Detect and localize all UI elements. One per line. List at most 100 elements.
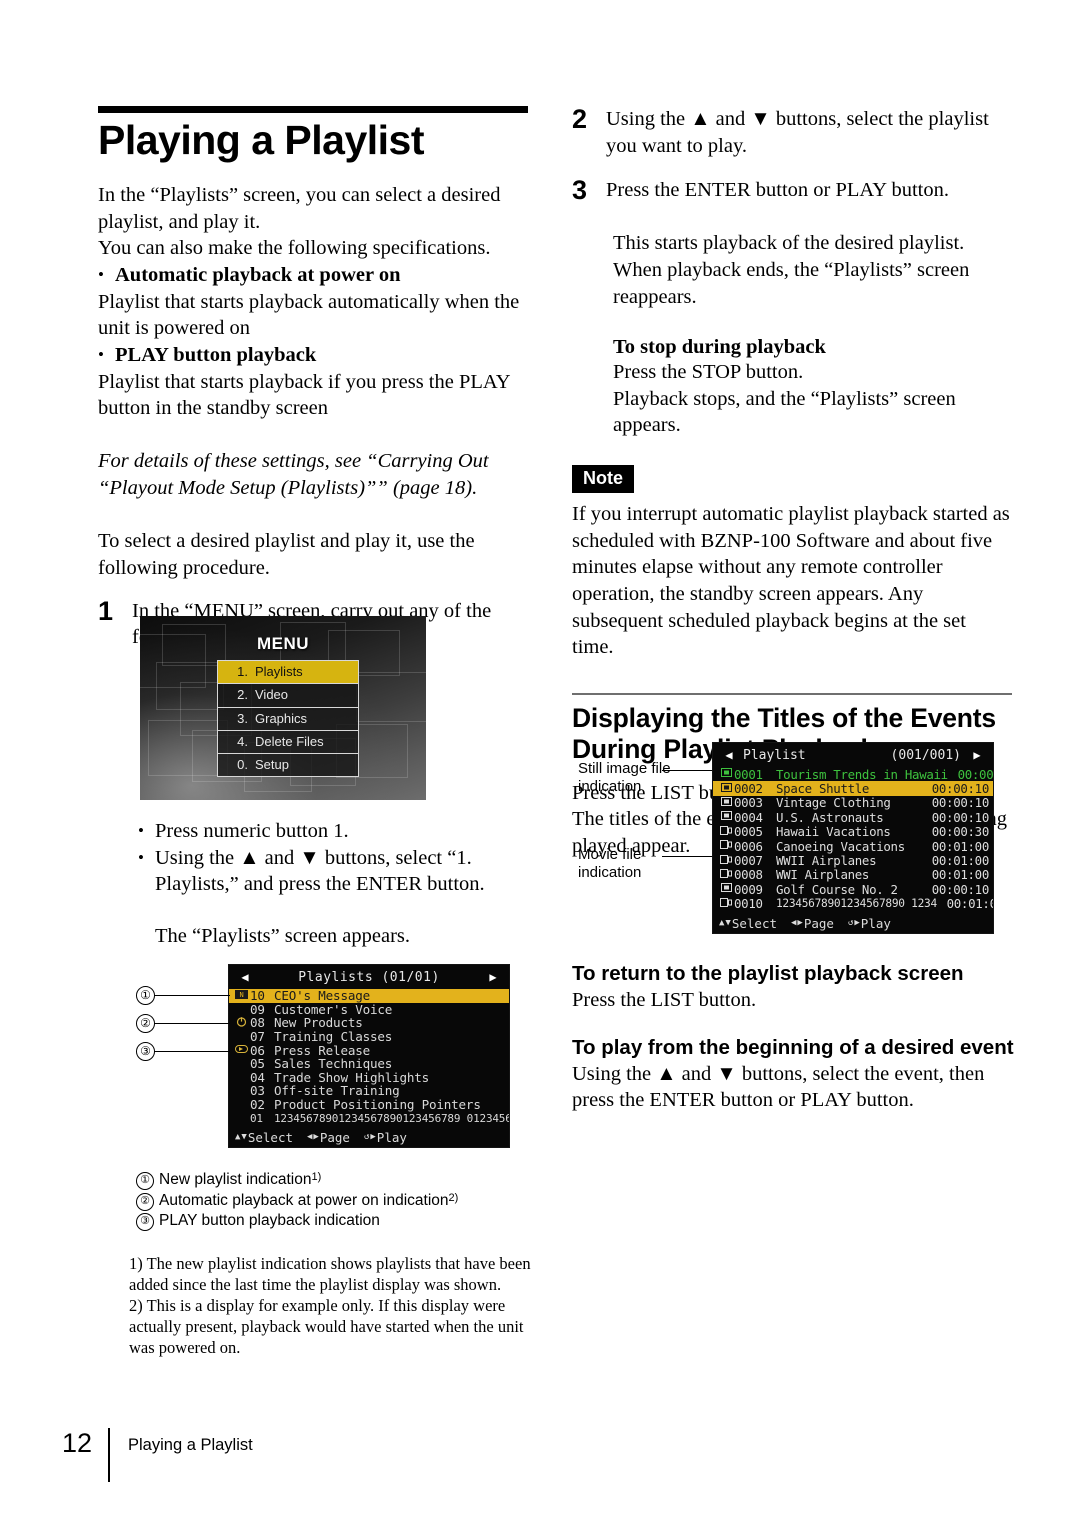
list-item[interactable]: 01 12345678901234567890123456789 0123456 (229, 1111, 509, 1125)
up-arrow-key-icon: ▲ (235, 1132, 241, 1142)
callout-leader-movie (662, 856, 712, 857)
section-rule (572, 692, 1012, 695)
playlists-footer-hints: ▲ ▼ Select ◀ ▶ Page ↺ ▶ Play (229, 1130, 509, 1145)
option-arrow-buttons: • Using the ▲ and ▼ buttons, select “1. … (138, 845, 538, 898)
menu-item-label: Video (255, 687, 289, 703)
right-arrow-key-icon: ▶ (313, 1132, 319, 1142)
left-arrow-key-icon: ◀ (307, 1132, 313, 1142)
menu-item-number: 4. (237, 733, 248, 749)
page-hint: ◀ ▶ Page (791, 916, 834, 931)
list-item[interactable]: 03 Off-site Training (229, 1083, 509, 1098)
play-button-playback-icon (233, 1044, 250, 1056)
events-header-page: (001/001) (890, 747, 961, 763)
table-row[interactable]: 0009 Golf Course No. 2 00:00:10 (713, 881, 993, 897)
events-header: ◀ Playlist (001/001) ▶ (713, 743, 993, 767)
option-text: Using the ▲ and ▼ buttons, select “1. Pl… (155, 846, 485, 896)
playlist-name: Product Positioning Pointers (274, 1097, 481, 1113)
right-arrow-key-icon: ▶ (797, 918, 803, 928)
table-row[interactable]: 0010 12345678901234567890 1234 00:01:00 (713, 896, 993, 912)
footer-title: Playing a Playlist (128, 1436, 253, 1454)
prev-page-arrow-icon[interactable]: ◀ (237, 970, 253, 984)
svg-text:N: N (239, 991, 243, 999)
footnotes-block: 1) The new playlist indication shows pla… (129, 1253, 539, 1359)
up-arrow-key-icon: ▲ (719, 918, 725, 928)
list-item[interactable]: N 10 CEO's Message (229, 988, 509, 1003)
legend-item-new-playlist: ① New playlist indication 1) (136, 1170, 458, 1191)
return-heading: To return to the playlist playback scree… (572, 962, 964, 985)
stop-heading: To stop during playback (613, 336, 826, 359)
menu-item-label: Delete Files (255, 733, 324, 749)
event-number: 0010 (734, 896, 763, 912)
step-3: 3 Press the ENTER button or PLAY button. (572, 177, 1012, 204)
playlists-legend: ① New playlist indication 1) ② Automatic … (136, 1170, 458, 1232)
table-row[interactable]: 0004 U.S. Astronauts 00:00:10 (713, 809, 993, 825)
menu-item-graphics[interactable]: 3. Graphics (218, 707, 358, 731)
callout-movie-file: Movie file indication (578, 846, 642, 882)
legend-item-auto-playback: ② Automatic playback at power on indicat… (136, 1191, 458, 1212)
play-hint-label: Play (376, 1130, 407, 1145)
event-name: Golf Course No. 2 (776, 881, 898, 897)
callout-leader-still (662, 770, 712, 771)
stop-text-1: Press the STOP button. (613, 361, 804, 384)
event-name: WWII Airplanes (776, 853, 877, 869)
play-hint: ↺ ▶ Play (364, 1130, 407, 1145)
play-key-icon: ▶ (854, 918, 860, 928)
still-image-file-icon (718, 811, 734, 823)
list-item[interactable]: 09 Customer's Voice (229, 1002, 509, 1017)
still-image-file-icon (718, 768, 734, 780)
movie-file-icon (718, 825, 734, 838)
next-page-arrow-icon[interactable]: ▶ (485, 970, 501, 984)
list-item[interactable]: 06 Press Release (229, 1043, 509, 1058)
list-item[interactable]: 02 Product Positioning Pointers (229, 1097, 509, 1113)
menu-item-setup[interactable]: 0. Setup (218, 754, 358, 777)
callout-leader-1 (154, 995, 230, 996)
event-duration: 00:00:10 (931, 809, 990, 825)
table-row[interactable]: 0006 Canoeing Vacations 00:01:00 (713, 838, 993, 854)
event-name: Canoeing Vacations (776, 838, 905, 854)
right-column-tail: To return to the playlist playback scree… (572, 962, 1017, 1114)
prev-page-arrow-icon[interactable]: ◀ (721, 748, 737, 762)
menu-title: MENU (256, 634, 310, 653)
callout-circle-3: ③ (136, 1042, 155, 1061)
next-page-arrow-icon[interactable]: ▶ (969, 748, 985, 762)
list-item[interactable]: 04 Trade Show Highlights (229, 1070, 509, 1085)
decor-rect (356, 672, 426, 722)
menu-item-playlists[interactable]: 1. Playlists (218, 661, 358, 685)
table-row[interactable]: 0001 Tourism Trends in Hawaii 00:00:10 (713, 766, 993, 782)
event-number: 0004 (734, 809, 763, 825)
page-footer: 12 Playing a Playlist (62, 1428, 253, 1482)
table-row[interactable]: 0005 Hawaii Vacations 00:00:30 (713, 824, 993, 840)
play-hint-label: Play (860, 916, 891, 931)
events-header-title: Playlist (743, 747, 806, 763)
event-name: Tourism Trends in Hawaii (776, 766, 948, 782)
callout-circle-2: ② (136, 1014, 155, 1033)
list-item[interactable]: 07 Training Classes (229, 1029, 509, 1044)
table-row[interactable]: 0002 Space Shuttle 00:00:10 (713, 781, 993, 796)
playlists-screen-screenshot: ◀ Playlists (01/01) ▶ N 10 CEO's Message… (228, 964, 510, 1148)
step-number: 2 (572, 104, 588, 134)
menu-list: 1. Playlists 2. Video 3. Graphics 4. Del… (217, 660, 359, 778)
movie-file-icon (718, 897, 734, 910)
menu-item-label: Playlists (255, 664, 303, 679)
menu-item-number: 0. (237, 757, 248, 772)
menu-screen-screenshot: MENU 1. Playlists 2. Video 3. Graphics 4… (140, 616, 426, 800)
callout-circle-1: ① (136, 986, 155, 1005)
enter-key-icon: ↺ (363, 1132, 370, 1142)
table-row[interactable]: 0003 Vintage Clothing 00:00:10 (713, 795, 993, 810)
still-image-file-icon (718, 796, 734, 809)
table-row[interactable]: 0008 WWI Airplanes 00:01:00 (713, 867, 993, 883)
list-item[interactable]: 05 Sales Techniques (229, 1056, 509, 1071)
event-duration: 00:00:30 (931, 824, 990, 840)
event-number: 0007 (734, 853, 763, 869)
event-duration: 00:00:10 (931, 881, 990, 897)
menu-item-delete-files[interactable]: 4. Delete Files (218, 730, 358, 754)
list-item[interactable]: 08 New Products (229, 1015, 509, 1030)
legend-marker-3: ③ (136, 1213, 154, 1232)
play-from-beginning-text: Using the ▲ and ▼ buttons, select the ev… (572, 1062, 985, 1112)
page-hint: ◀ ▶ Page (307, 1130, 350, 1145)
playlists-header: ◀ Playlists (01/01) ▶ (229, 965, 509, 989)
table-row[interactable]: 0007 WWII Airplanes 00:01:00 (713, 853, 993, 869)
bullet-dot-icon: • (138, 821, 144, 840)
menu-item-video[interactable]: 2. Video (218, 684, 358, 708)
event-duration: 00:01:00 (931, 867, 990, 883)
